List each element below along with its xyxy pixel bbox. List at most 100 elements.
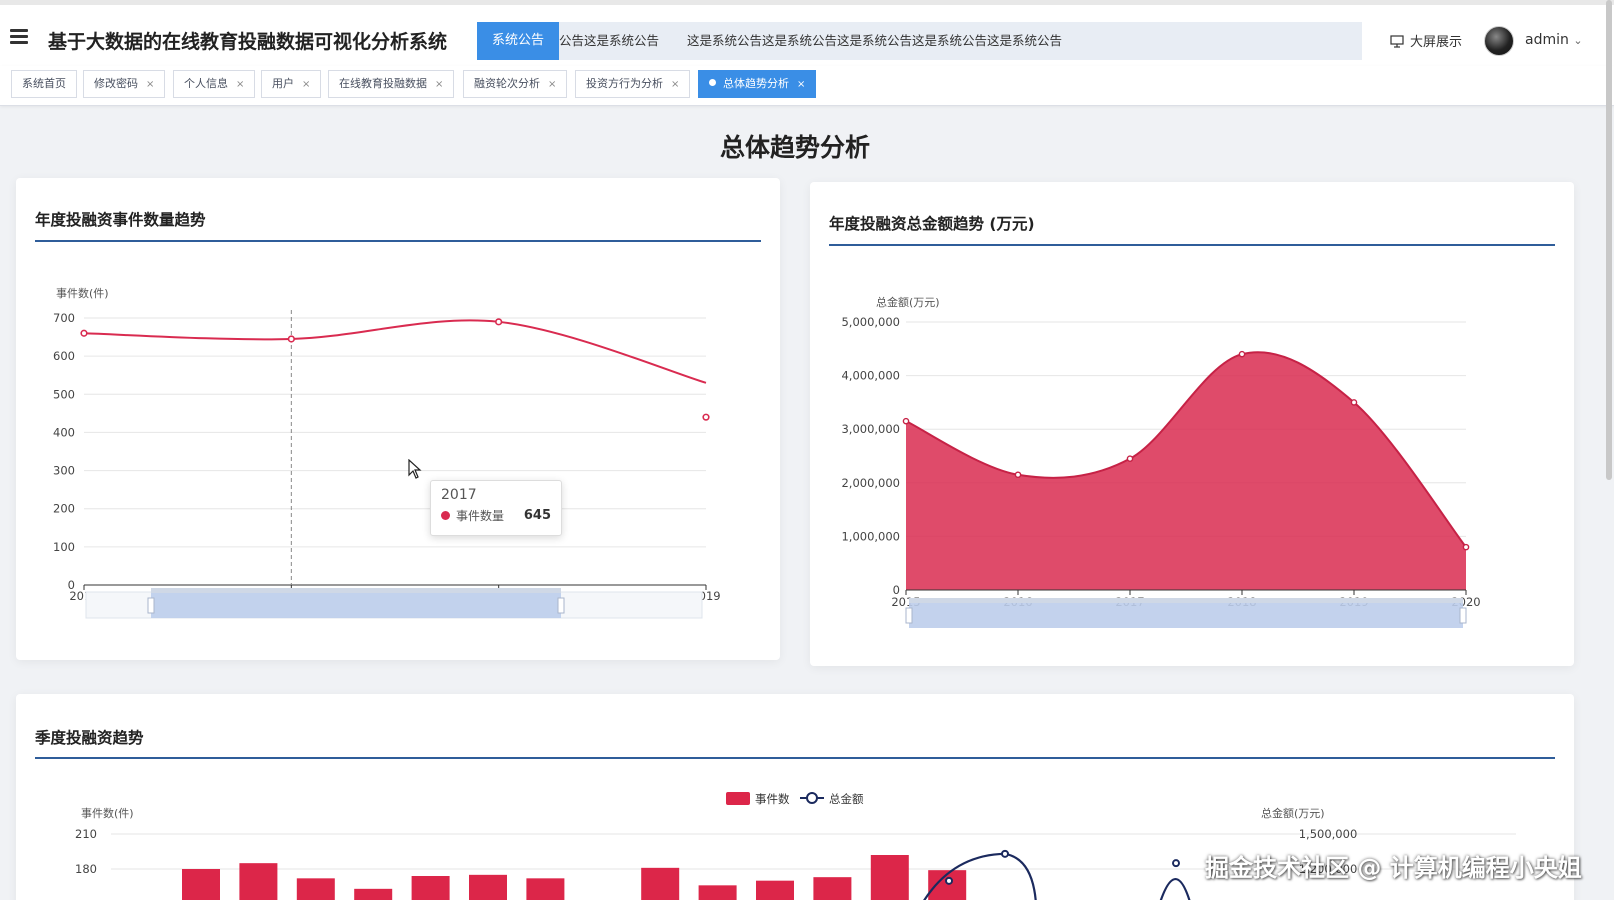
- y-tick-label: 600: [53, 349, 75, 363]
- tooltip-value: 645: [523, 508, 551, 523]
- data-point: [1238, 350, 1246, 358]
- tab-edu-data[interactable]: 在线教育投融数据 ×: [328, 70, 455, 98]
- amount-area-chart[interactable]: 总金额(万元)01,000,0002,000,0003,000,0004,000…: [810, 182, 1574, 666]
- datazoom-handle-left: [147, 597, 155, 614]
- close-icon[interactable]: ×: [236, 79, 244, 90]
- data-point: [495, 318, 503, 326]
- tab-users[interactable]: 用户 ×: [261, 70, 322, 98]
- series-area: [906, 352, 1466, 590]
- data-point: [702, 413, 710, 421]
- y-tick-label: 200: [53, 502, 75, 516]
- notice-text-2: 这是系统公告这是系统公告这是系统公告这是系统公告这是系统公告: [687, 33, 1063, 48]
- bar: [870, 855, 909, 900]
- legend-label: 总金额: [829, 792, 864, 806]
- series-line: [1159, 877, 1191, 900]
- y-axis-label-right: 总金额(万元): [1261, 806, 1325, 820]
- datazoom-bar: [151, 588, 561, 593]
- bar: [698, 885, 737, 900]
- avatar[interactable]: [1484, 26, 1514, 56]
- chevron-down-icon: ⌄: [1573, 34, 1583, 47]
- notice-marquee: 公告这是系统公告 这是系统公告这是系统公告这是系统公告这是系统公告这是系统公告: [559, 22, 1090, 60]
- close-icon[interactable]: ×: [797, 79, 805, 90]
- watermark: 掘金技术社区 @ 计算机编程小央姐: [1205, 854, 1582, 882]
- tooltip-series: 事件数量: [456, 509, 505, 523]
- user-name: admin: [1525, 32, 1569, 48]
- menu-toggle-icon[interactable]: [10, 29, 28, 45]
- tab-label: 系统首页: [22, 77, 66, 90]
- datazoom-selection: [909, 602, 1463, 628]
- data-point: [1172, 859, 1180, 868]
- tab-home[interactable]: 系统首页: [11, 70, 77, 98]
- y-axis-label: 事件数(件): [56, 287, 109, 300]
- close-icon[interactable]: ×: [302, 79, 310, 90]
- data-point: [80, 329, 88, 337]
- bar: [296, 878, 335, 900]
- datazoom-handle-right: [557, 597, 565, 614]
- data-point: [902, 417, 910, 425]
- bar: [182, 869, 220, 900]
- close-icon[interactable]: ×: [146, 79, 154, 90]
- presentation-icon: [1390, 34, 1404, 48]
- legend-line-marker: [806, 792, 818, 804]
- tooltip-title: 2017: [441, 487, 477, 503]
- tab-label: 总体趋势分析: [723, 77, 789, 90]
- y-tick-label: 300: [53, 464, 75, 478]
- y-tick-label: 100: [53, 540, 75, 554]
- tooltip-row: 事件数量 645: [441, 507, 551, 524]
- data-point: [1014, 471, 1022, 479]
- bar: [526, 878, 565, 900]
- chart-tooltip: 2017 事件数量 645: [430, 480, 562, 536]
- bar: [813, 877, 852, 900]
- notice-label: 系统公告: [477, 22, 559, 60]
- y-tick-label: 700: [53, 311, 75, 325]
- y-tick-label: 1,000,000: [841, 529, 900, 543]
- bar: [756, 880, 794, 900]
- datazoom-bar: [909, 598, 1463, 603]
- notice-text-1: 公告这是系统公告: [559, 33, 660, 48]
- close-icon[interactable]: ×: [671, 79, 679, 90]
- y-tick-label-right: 1,500,000: [1299, 827, 1358, 841]
- series-dot-icon: [441, 511, 450, 520]
- tab-investor-analysis[interactable]: 投资方行为分析 ×: [575, 70, 691, 98]
- series-line: [83, 319, 707, 384]
- data-point: [1350, 399, 1358, 406]
- tab-round-analysis[interactable]: 融资轮次分析 ×: [463, 70, 568, 98]
- notice-bar: 系统公告 公告这是系统公告 这是系统公告这是系统公告这是系统公告这是系统公告这是系…: [477, 22, 1362, 60]
- tab-label: 个人信息: [184, 77, 228, 90]
- close-icon[interactable]: ×: [548, 79, 556, 90]
- data-point: [1462, 543, 1470, 551]
- y-tick-label: 2,000,000: [841, 476, 900, 490]
- tab-label: 投资方行为分析: [586, 77, 663, 90]
- y-tick-label: 210: [75, 827, 97, 841]
- y-axis-label: 事件数(件): [81, 807, 134, 820]
- big-screen-label: 大屏展示: [1410, 35, 1463, 50]
- page-title: 总体趋势分析: [719, 133, 870, 162]
- y-tick-label: 500: [53, 387, 75, 401]
- tab-label: 修改密码: [94, 77, 138, 90]
- tab-label: 在线教育投融数据: [339, 77, 427, 90]
- data-point: [1126, 455, 1134, 462]
- tab-label: 融资轮次分析: [474, 77, 540, 90]
- close-icon[interactable]: ×: [435, 79, 443, 90]
- big-screen-button[interactable]: 大屏展示: [1390, 31, 1462, 50]
- tab-trend-analysis[interactable]: 总体趋势分析 ×: [698, 70, 817, 98]
- y-tick-label: 3,000,000: [841, 422, 900, 436]
- bar: [354, 888, 393, 900]
- bar: [411, 876, 450, 900]
- data-point: [945, 876, 953, 885]
- y-tick-label: 180: [75, 862, 97, 876]
- bar: [641, 867, 680, 900]
- active-dot-icon: [709, 79, 716, 86]
- user-menu[interactable]: admin ⌄: [1525, 32, 1583, 48]
- tab-profile[interactable]: 个人信息 ×: [173, 70, 256, 98]
- tab-change-password[interactable]: 修改密码 ×: [83, 70, 166, 98]
- y-tick-label: 4,000,000: [841, 369, 900, 383]
- data-point: [287, 335, 295, 343]
- y-axis-label: 总金额(万元): [876, 295, 940, 309]
- page-scrollbar[interactable]: [1606, 0, 1612, 480]
- data-point: [1001, 849, 1009, 858]
- y-tick-label: 400: [53, 425, 75, 439]
- legend-label: 事件数: [755, 792, 790, 806]
- events-line-chart[interactable]: 事件数(件)0100200300400500600700201620172018…: [16, 178, 780, 660]
- legend-bar-swatch: [726, 792, 750, 805]
